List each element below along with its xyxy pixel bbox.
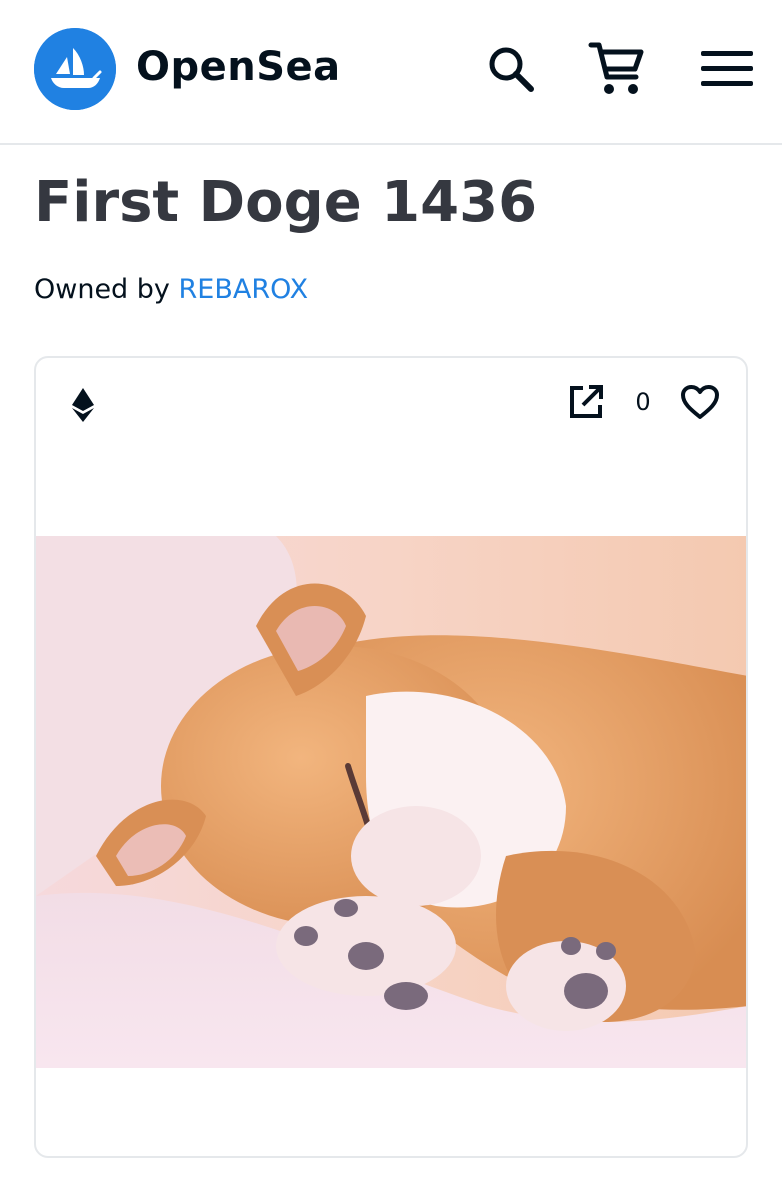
asset-title: First Doge 1436 — [34, 170, 538, 235]
menu-button[interactable] — [696, 38, 758, 100]
brand-name[interactable]: OpenSea — [136, 44, 341, 90]
top-navbar: OpenSea — [0, 0, 782, 145]
search-button[interactable] — [480, 38, 542, 100]
favorite-button[interactable] — [678, 382, 722, 426]
owner-line: Owned by REBAROX — [34, 274, 308, 305]
external-link-button[interactable] — [564, 382, 608, 426]
sleeping-shiba-dog-image[interactable] — [36, 536, 746, 1068]
asset-media-card: 0 — [34, 356, 748, 1158]
cart-button[interactable] — [586, 38, 648, 100]
owner-link[interactable]: REBAROX — [179, 274, 309, 305]
opensea-logo-icon[interactable] — [34, 28, 116, 110]
menu-icon — [701, 49, 753, 89]
heart-icon — [680, 384, 720, 424]
cart-icon — [588, 40, 646, 98]
owned-by-label: Owned by — [34, 274, 170, 305]
external-link-icon — [567, 383, 605, 425]
ethereum-icon — [66, 384, 100, 424]
search-icon — [485, 43, 537, 95]
favorites-count: 0 — [635, 388, 651, 416]
